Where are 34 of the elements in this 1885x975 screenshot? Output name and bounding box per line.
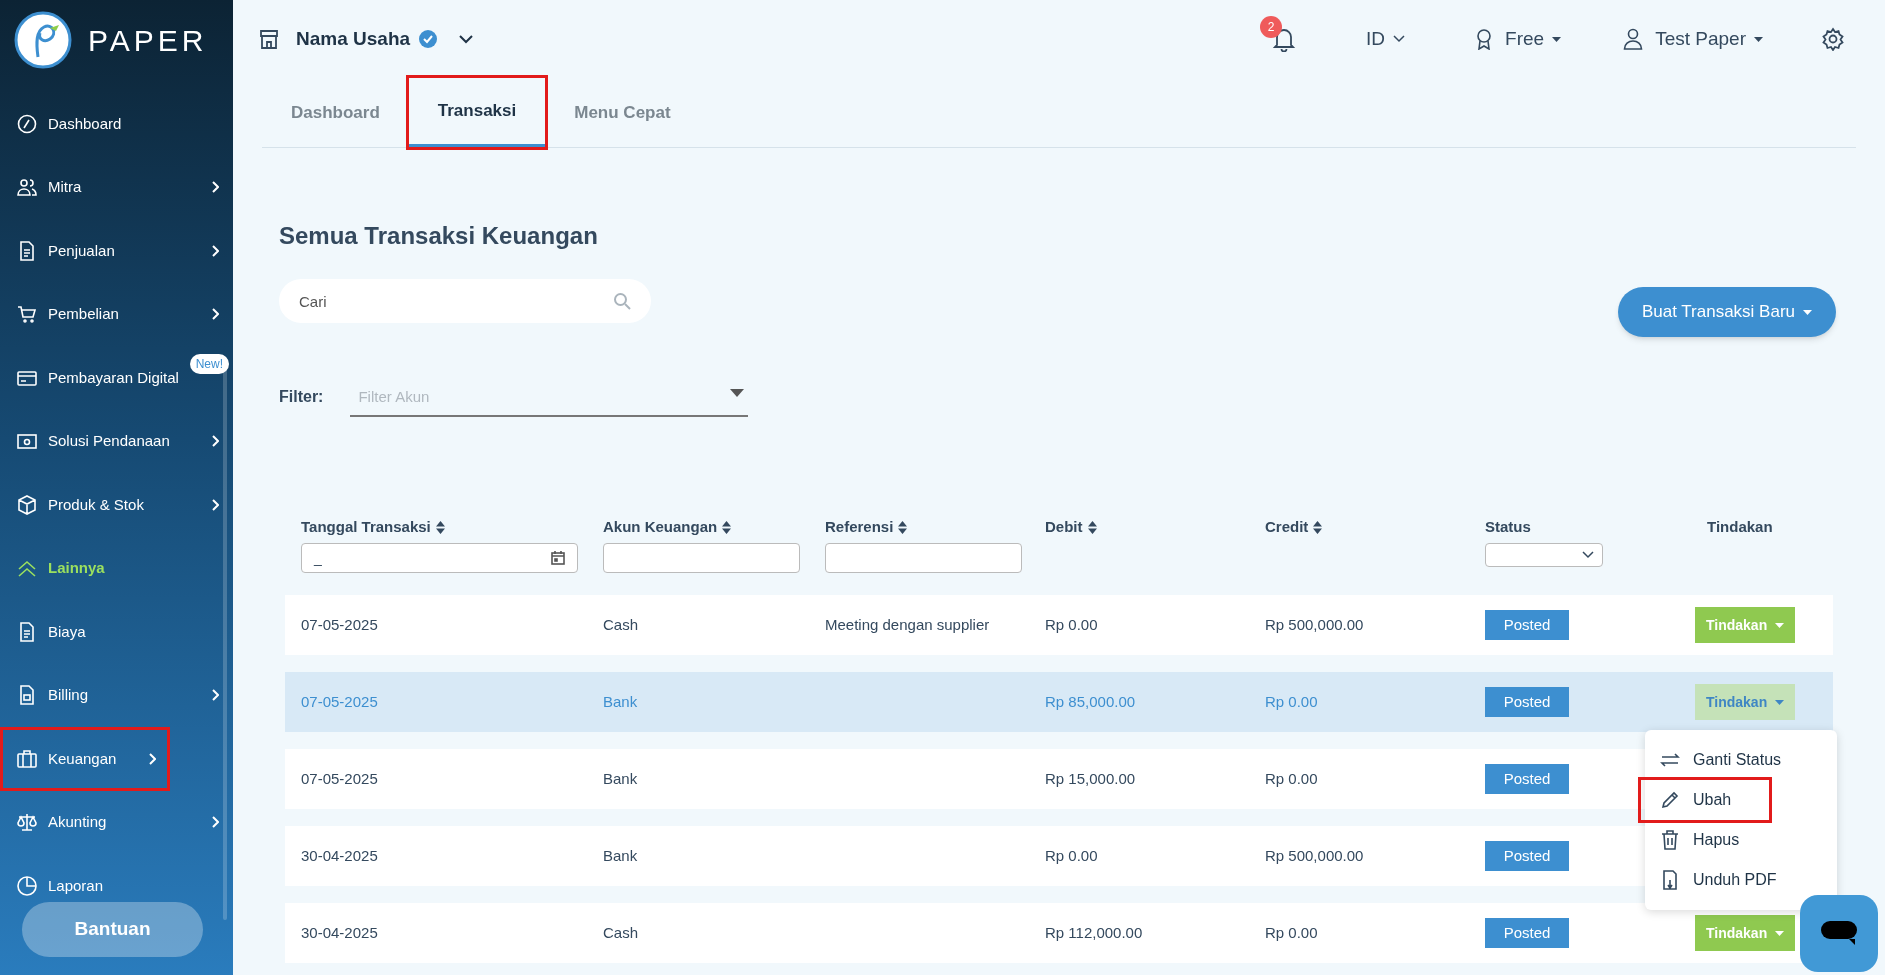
table-cell-text: Rp 0.00 [1265,768,1319,789]
brand-name: PAPER [88,22,208,59]
new-badge: New! [189,354,229,374]
table-cell-text: Rp 112,000.00 [1045,922,1144,943]
table-cell-text: Rp 0.00 [1265,922,1319,943]
table-cell-text: Meeting dengan supplier [825,614,991,635]
table-cell-text: Bank [603,768,639,789]
table-cell-text: 30-04-2025 [301,845,379,866]
table-cell-text: Rp 15,000.00 [1045,768,1137,789]
notification-badge: 2 [1260,16,1283,38]
table-cell-text: Cash [603,922,640,943]
table-cell-text: Bank [603,691,639,712]
status-badge: Posted [1485,918,1569,948]
table-cell-text: 07-05-2025 [301,691,379,712]
status-badge: Posted [1485,841,1569,871]
table-cell-text: Rp 500,000.00 [1265,845,1365,866]
table-cell-text: 07-05-2025 [301,614,379,635]
status-badge: Posted [1485,687,1569,717]
table-cell-text: Rp 0.00 [1045,845,1099,866]
table-cell-text: Cash [603,614,640,635]
status-badge: Posted [1485,610,1569,640]
business-name: Nama Usaha [296,26,411,51]
table-cell-text: Rp 0.00 [1265,691,1319,712]
table-cell-text: 07-05-2025 [301,768,379,789]
column-header: Tindakan [1707,516,1773,537]
table-cell-text: Rp 0.00 [1045,614,1099,635]
page-title: Semua Transaksi Keuangan [279,221,599,251]
status-badge: Posted [1485,764,1569,794]
table-cell-text: 30-04-2025 [301,922,379,943]
table-cell-text: Bank [603,845,639,866]
column-header: Status [1485,516,1531,537]
table-cell-text: Rp 500,000.00 [1265,614,1365,635]
table-cell-text: Rp 85,000.00 [1045,691,1137,712]
filter-label: Filter: [279,387,324,407]
